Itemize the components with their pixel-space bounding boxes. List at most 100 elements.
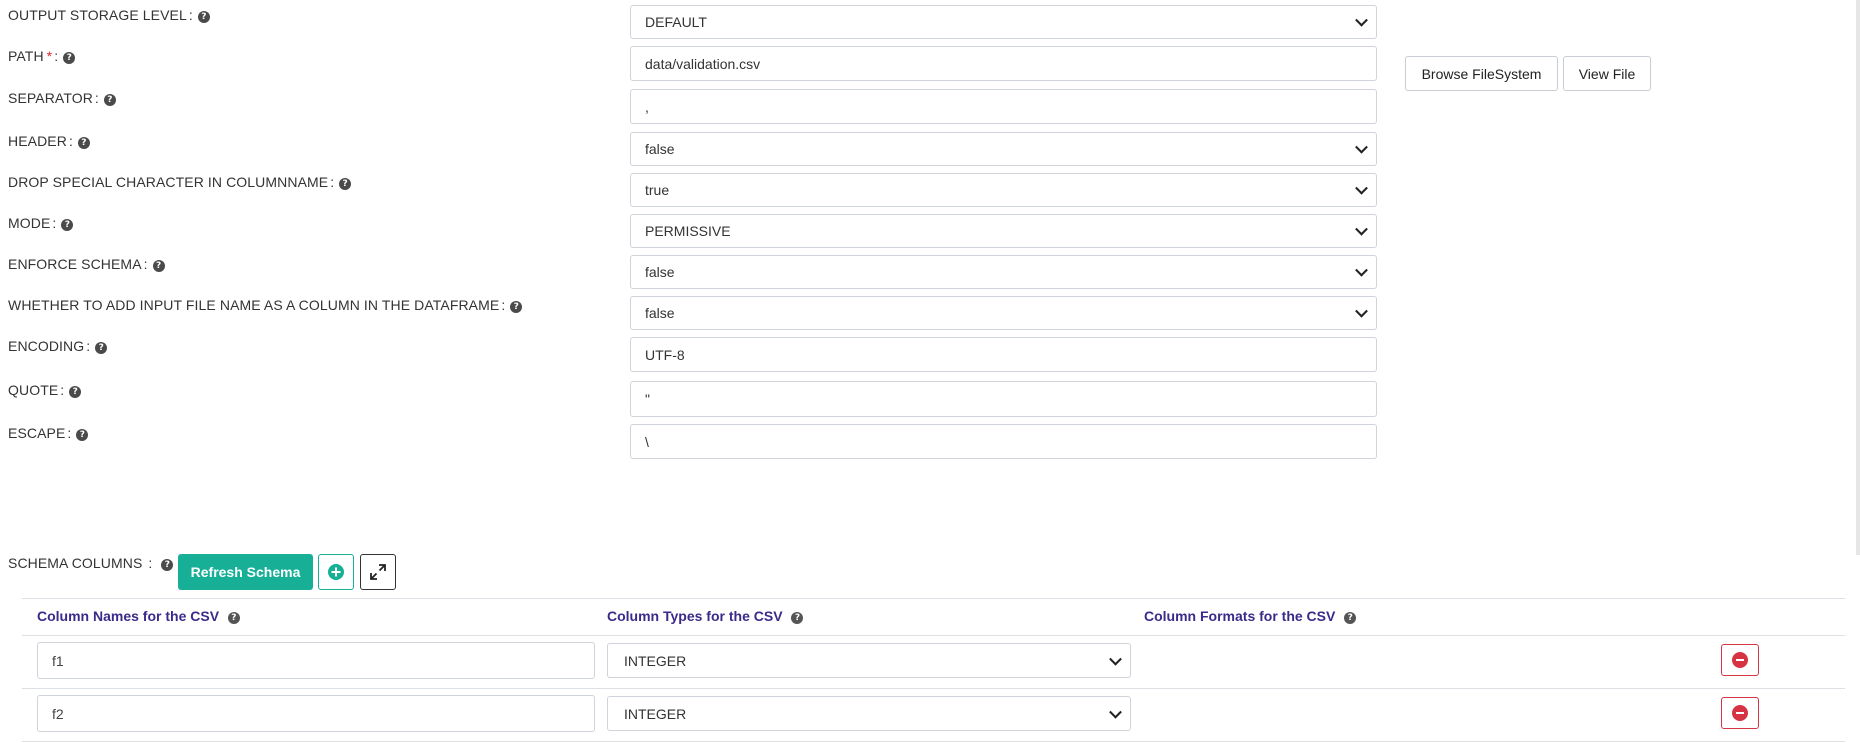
mode-select[interactable]: PERMISSIVE — [630, 214, 1377, 248]
enforce-schema-select[interactable]: false — [630, 255, 1377, 289]
label-colon: : — [148, 555, 153, 571]
path-label: PATH *:? — [8, 48, 76, 64]
field-label-text: ENFORCE SCHEMA — [8, 256, 142, 272]
question-circle-icon[interactable]: ? — [227, 612, 240, 624]
enforce-schema-label: ENFORCE SCHEMA:? — [8, 256, 165, 272]
row-divider — [22, 688, 1845, 689]
schema-columns-label: SCHEMA COLUMNS : ? — [8, 555, 174, 571]
escape-label: ESCAPE:? — [8, 425, 89, 441]
view-file-button[interactable]: View File — [1563, 56, 1651, 91]
field-label-text: SEPARATOR — [8, 90, 93, 106]
quote-input[interactable]: " — [630, 381, 1377, 417]
label-colon: : — [501, 297, 506, 313]
field-value: PERMISSIVE — [645, 223, 731, 239]
field-label-text: ENCODING — [8, 338, 85, 354]
column-names-header: Column Names for the CSV ? — [37, 608, 240, 624]
column-type-select[interactable]: INTEGER — [607, 696, 1131, 731]
field-value: true — [645, 182, 670, 198]
row-divider — [22, 741, 1845, 742]
chevron-down-icon — [1355, 222, 1368, 236]
field-label-text: ESCAPE — [8, 425, 66, 441]
label-colon: : — [330, 174, 335, 190]
field-value: false — [645, 305, 675, 321]
label-colon: : — [54, 48, 59, 64]
output-storage-level-label: OUTPUT STORAGE LEVEL:? — [8, 7, 210, 23]
column-formats-header-text: Column Formats for the CSV — [1144, 608, 1336, 624]
refresh-schema-button[interactable]: Refresh Schema — [178, 554, 313, 590]
output-storage-level-select[interactable]: DEFAULT — [630, 5, 1377, 39]
column-name-input[interactable]: f1 — [37, 642, 595, 679]
field-label-text: QUOTE — [8, 382, 59, 398]
header-label: HEADER:? — [8, 133, 90, 149]
question-circle-icon[interactable]: ? — [510, 301, 523, 313]
column-name-value: f2 — [52, 705, 64, 722]
question-circle-icon[interactable]: ? — [95, 342, 108, 354]
label-colon: : — [68, 133, 73, 149]
field-value: \ — [645, 433, 649, 450]
column-name-value: f1 — [52, 652, 64, 669]
field-value: data/validation.csv — [645, 55, 761, 72]
column-types-header: Column Types for the CSV ? — [607, 608, 804, 624]
question-circle-icon[interactable]: ? — [103, 94, 116, 106]
scrollbar[interactable] — [1856, 0, 1860, 555]
column-names-header-text: Column Names for the CSV — [37, 608, 220, 624]
label-colon: : — [188, 7, 193, 23]
delete-column-button[interactable] — [1721, 644, 1759, 676]
schema-columns-text: SCHEMA COLUMNS — [8, 555, 143, 571]
field-label-text: DROP SPECIAL CHARACTER IN COLUMNNAME — [8, 174, 329, 190]
drop-special-character-in-columnname-select[interactable]: true — [630, 173, 1377, 207]
encoding-label: ENCODING:? — [8, 338, 108, 354]
field-value: UTF-8 — [645, 346, 685, 363]
question-circle-icon[interactable]: ? — [1344, 612, 1357, 624]
field-label-text: HEADER — [8, 133, 67, 149]
escape-input[interactable]: \ — [630, 424, 1377, 459]
column-type-select[interactable]: INTEGER — [607, 643, 1131, 678]
path-input[interactable]: data/validation.csv — [630, 46, 1377, 81]
question-circle-icon[interactable]: ? — [61, 219, 74, 231]
question-circle-icon[interactable]: ? — [77, 137, 90, 149]
add-column-button[interactable] — [318, 554, 354, 590]
browse-filesystem-button[interactable]: Browse FileSystem — [1405, 56, 1558, 91]
label-colon: : — [94, 90, 99, 106]
label-colon: : — [143, 256, 148, 272]
header-select[interactable]: false — [630, 132, 1377, 166]
expand-button[interactable] — [360, 554, 396, 590]
chevron-down-icon — [1355, 263, 1368, 277]
field-value: false — [645, 264, 675, 280]
column-type-value: INTEGER — [624, 652, 687, 669]
question-circle-icon[interactable]: ? — [197, 11, 210, 23]
question-circle-icon[interactable]: ? — [69, 386, 82, 398]
separator-label: SEPARATOR:? — [8, 90, 116, 106]
chevron-down-icon — [1109, 652, 1122, 666]
required-mark: * — [46, 48, 53, 64]
field-label-text: PATH — [8, 48, 44, 64]
whether-to-add-input-file-name-as-a-column-in-the-dataframe-select[interactable]: false — [630, 296, 1377, 330]
column-types-header-text: Column Types for the CSV — [607, 608, 783, 624]
expand-icon — [370, 564, 386, 580]
question-circle-icon[interactable]: ? — [76, 429, 89, 441]
field-value: DEFAULT — [645, 14, 707, 30]
drop-special-character-in-columnname-label: DROP SPECIAL CHARACTER IN COLUMNNAME:? — [8, 174, 352, 190]
label-colon: : — [60, 382, 65, 398]
column-name-input[interactable]: f2 — [37, 695, 595, 732]
delete-column-button[interactable] — [1721, 697, 1759, 729]
column-type-value: INTEGER — [624, 705, 687, 722]
label-colon: : — [86, 338, 91, 354]
chevron-down-icon — [1109, 705, 1122, 719]
separator-input[interactable]: , — [630, 89, 1377, 124]
field-value: " — [645, 391, 650, 407]
question-circle-icon[interactable]: ? — [161, 559, 174, 571]
minus-circle-icon — [1732, 705, 1748, 721]
question-circle-icon[interactable]: ? — [791, 612, 804, 624]
minus-circle-icon — [1732, 652, 1748, 668]
question-circle-icon[interactable]: ? — [339, 178, 352, 190]
chevron-down-icon — [1355, 304, 1368, 318]
chevron-down-icon — [1355, 13, 1368, 27]
question-circle-icon[interactable]: ? — [152, 260, 165, 272]
chevron-down-icon — [1355, 181, 1368, 195]
field-value: false — [645, 141, 675, 157]
question-circle-icon[interactable]: ? — [63, 52, 76, 64]
encoding-input[interactable]: UTF-8 — [630, 337, 1377, 372]
label-colon: : — [67, 425, 72, 441]
label-colon: : — [52, 215, 57, 231]
